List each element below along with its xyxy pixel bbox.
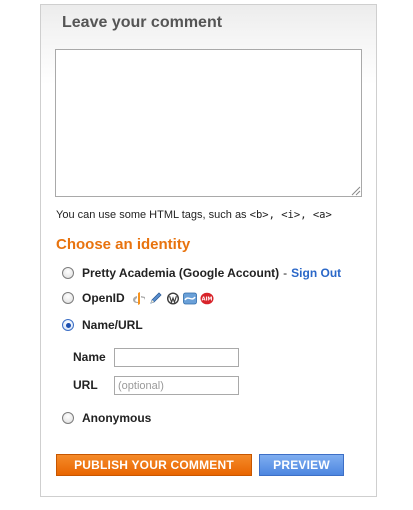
aim-icon: AIM <box>200 292 214 304</box>
openid-label: OpenID <box>82 291 125 305</box>
radio-google[interactable] <box>62 267 74 279</box>
sign-out-link[interactable]: Sign Out <box>291 266 341 280</box>
comment-textarea[interactable] <box>55 49 362 197</box>
panel-title: Leave your comment <box>62 14 223 31</box>
name-input[interactable] <box>114 348 239 367</box>
anonymous-label: Anonymous <box>82 411 152 425</box>
separator: - <box>283 266 288 280</box>
radio-name-url[interactable] <box>62 319 74 331</box>
typepad-icon <box>182 292 197 304</box>
html-hint-tags: <b>, <i>, <a> <box>249 209 332 221</box>
url-input[interactable] <box>114 376 239 395</box>
livejournal-icon <box>150 291 162 304</box>
publish-comment-button[interactable]: Publish Your Comment <box>56 454 252 476</box>
radio-openid[interactable] <box>62 292 74 304</box>
html-hint-text: You can use some HTML tags, such as <box>56 209 247 221</box>
wordpress-icon <box>166 292 179 304</box>
preview-button[interactable]: Preview <box>259 454 344 476</box>
radio-anonymous[interactable] <box>62 412 74 424</box>
name-url-label: Name/URL <box>82 318 143 332</box>
openid-provider-icons: AIM <box>132 291 214 305</box>
name-field-label: Name <box>73 350 106 364</box>
svg-text:AIM: AIM <box>201 296 212 302</box>
identity-option-google[interactable]: Pretty Academia (Google Account) - Sign … <box>62 265 341 281</box>
openid-icon <box>132 291 145 305</box>
identity-option-anonymous[interactable]: Anonymous <box>62 410 151 426</box>
html-tags-hint: You can use some HTML tags, such as <b>,… <box>56 209 332 221</box>
google-account-label: Pretty Academia (Google Account) <box>82 266 280 280</box>
identity-option-openid[interactable]: OpenID AIM <box>62 290 214 306</box>
identity-heading: Choose an identity <box>56 236 191 253</box>
identity-option-name-url[interactable]: Name/URL <box>62 317 143 333</box>
resize-grip-icon[interactable] <box>350 185 361 196</box>
url-field-label: URL <box>73 378 98 392</box>
